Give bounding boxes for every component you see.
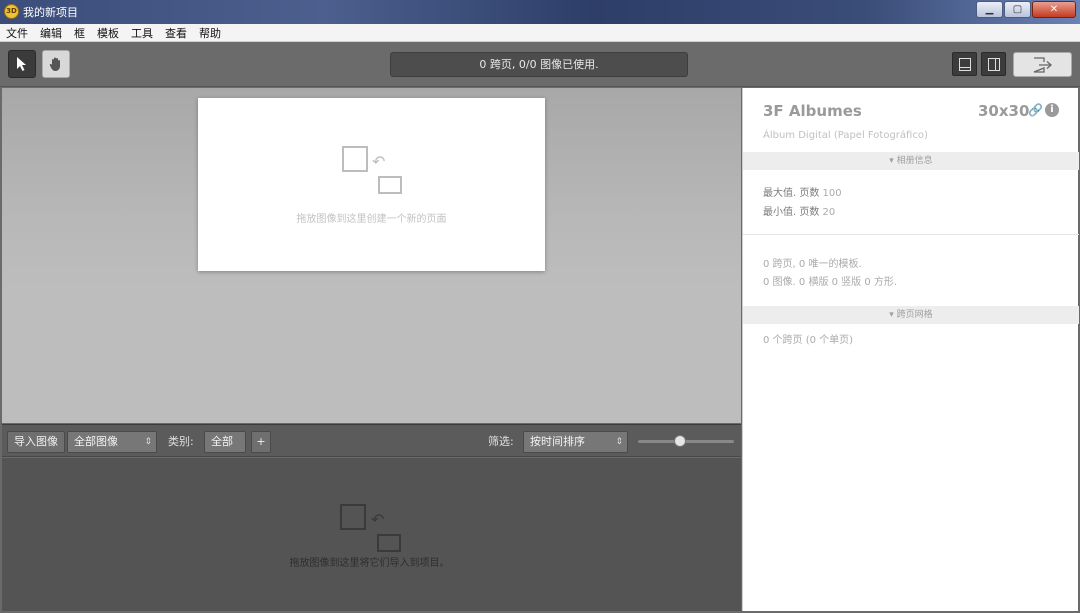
menu-view[interactable]: 查看 (165, 25, 187, 41)
album-title: 3F Albumes (763, 102, 862, 120)
toolbar: 0 跨页, 0/0 图像已使用. (0, 42, 1080, 87)
menu-tools[interactable]: 工具 (131, 25, 153, 41)
pan-tool-button[interactable] (42, 50, 70, 78)
undo-arrow-icon: ↶ (371, 510, 385, 529)
min-pages-value: 20 (822, 207, 836, 218)
status-display: 0 跨页, 0/0 图像已使用. (390, 52, 688, 77)
page-drop-zone[interactable]: ↶ 拖放图像到这里创建一个新的页面 (198, 98, 545, 271)
image-icon (377, 534, 401, 552)
album-size: 30x30 (978, 102, 1030, 120)
export-button[interactable] (1013, 52, 1072, 77)
layout-right-icon (988, 58, 1000, 71)
menu-help[interactable]: 帮助 (199, 25, 221, 41)
min-pages-label: 最小值. 页数 (763, 207, 820, 218)
undo-arrow-icon: ↶ (372, 152, 386, 171)
menu-edit[interactable]: 编辑 (40, 25, 62, 41)
panel-divider (743, 234, 1079, 235)
filter-label: 筛选: (488, 435, 514, 448)
spread-grid-info: 0 个跨页 (0 个单页) (763, 335, 854, 346)
spread-stats: 0 跨页, 0 唯一的模板. (763, 259, 862, 270)
info-icon[interactable]: i (1045, 103, 1059, 117)
import-images-button[interactable]: 导入图像 (7, 431, 65, 453)
menu-frame[interactable]: 框 (74, 25, 85, 41)
category-select[interactable]: 全部 (204, 431, 246, 453)
canvas-floor (2, 285, 741, 423)
slider-knob[interactable] (674, 435, 687, 447)
add-category-button[interactable]: + (251, 431, 271, 453)
select-tool-button[interactable] (8, 50, 36, 78)
sort-value: 按时间排序 (530, 435, 585, 448)
pointer-icon (17, 57, 26, 71)
export-icon (1033, 56, 1052, 73)
image-filter-value: 全部图像 (74, 435, 118, 448)
image-browser-toolbar: 导入图像 全部图像 ⇕ 类别: 全部 + 筛选: 按时间排序 ⇕ (2, 424, 741, 457)
image-browser-drop-zone[interactable]: ↶ 拖放图像到这里将它们导入到项目。 (2, 458, 741, 611)
minimize-button[interactable]: ▁ (976, 1, 1003, 18)
album-info-panel: 3F Albumes 30x30 🔗 i Álbum Digital (Pape… (742, 88, 1079, 611)
window-controls: ▁ ▢ ✕ (976, 1, 1076, 18)
spread-grid-section-header[interactable]: ▾ 跨页网格 (743, 306, 1079, 324)
menu-bar: 文件 编辑 框 模板 工具 查看 帮助 (0, 24, 1080, 42)
image-stats: 0 图像. 0 横版 0 竖版 0 方形. (763, 277, 898, 288)
min-pages-row: 最小值. 页数 20 (763, 203, 835, 218)
max-pages-label: 最大值. 页数 (763, 188, 820, 199)
maximize-button[interactable]: ▢ (1004, 1, 1031, 18)
frame-icon (342, 146, 368, 172)
updown-icon: ⇕ (615, 437, 623, 447)
updown-icon: ⇕ (144, 437, 152, 447)
sort-select[interactable]: 按时间排序 ⇕ (523, 431, 628, 453)
category-label: 类别: (168, 435, 194, 448)
menu-template[interactable]: 模板 (97, 25, 119, 41)
app-icon: 3D (4, 4, 19, 19)
window-title: 我的新项目 (23, 6, 78, 19)
title-bar: 3D 我的新项目 ▁ ▢ ✕ (0, 0, 1080, 24)
image-icon (378, 176, 402, 194)
close-button[interactable]: ✕ (1032, 1, 1076, 18)
canvas-area: ↶ 拖放图像到这里创建一个新的页面 (2, 88, 741, 423)
layout-bottom-icon (959, 58, 971, 71)
album-subtitle: Álbum Digital (Papel Fotográfico) (763, 130, 928, 141)
frame-icon (340, 504, 366, 530)
layout-bottom-button[interactable] (952, 52, 977, 76)
image-filter-select[interactable]: 全部图像 ⇕ (67, 431, 157, 453)
browser-drop-hint: 拖放图像到这里将它们导入到项目。 (289, 558, 450, 569)
menu-file[interactable]: 文件 (6, 25, 28, 41)
max-pages-row: 最大值. 页数 100 (763, 184, 842, 199)
album-info-section-header[interactable]: ▾ 相册信息 (743, 152, 1079, 170)
max-pages-value: 100 (822, 188, 842, 199)
layout-right-button[interactable] (981, 52, 1006, 76)
hand-icon (49, 57, 60, 71)
link-icon[interactable]: 🔗 (1028, 103, 1043, 117)
page-drop-hint: 拖放图像到这里创建一个新的页面 (296, 214, 447, 225)
